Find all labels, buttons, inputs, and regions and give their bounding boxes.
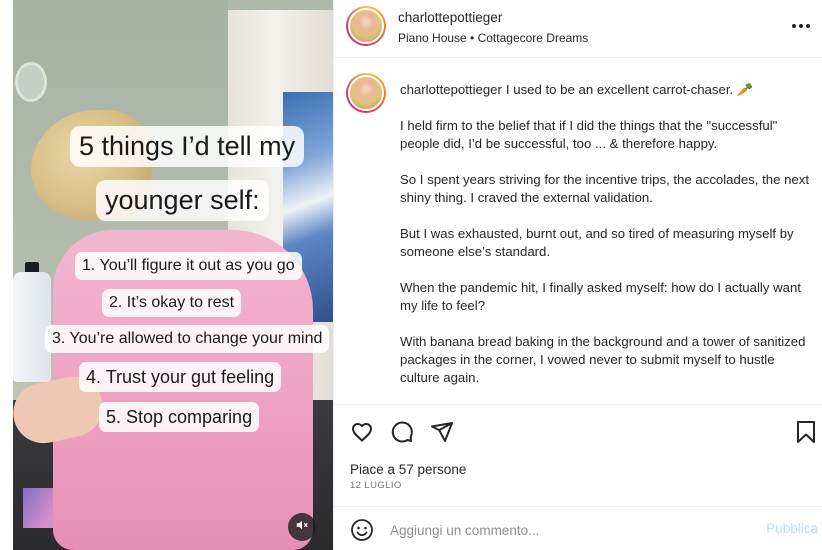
caption-text: charlottepottieger I used to be an excell… [400,81,810,404]
avatar-image [348,75,384,111]
caption-paragraph: But I was exhausted, burnt out, and so t… [400,226,794,259]
post-header: charlottepottieger Piano House • Cottage… [334,0,822,58]
video-text-overlay: 5 things I’d tell my younger self: 1. Yo… [13,0,333,550]
post-media-panel: 5 things I’d tell my younger self: 1. Yo… [0,0,333,550]
likes-count[interactable]: Piace a 57 persone [350,462,466,477]
avatar-image [348,8,384,44]
caption-username[interactable]: charlottepottieger [400,82,502,97]
caption-avatar[interactable] [346,73,386,113]
overlay-list-item: 2. It’s okay to rest [102,289,242,317]
overlay-list-item: 5. Stop comparing [99,402,260,432]
bookmark-icon [797,421,815,443]
share-button[interactable] [428,418,456,446]
overlay-list-item: 4. Trust your gut feeling [79,362,282,392]
reel-video[interactable]: 5 things I’d tell my younger self: 1. Yo… [13,0,333,550]
publish-button[interactable]: Pubblica [766,521,818,536]
mute-toggle-button[interactable] [288,513,316,541]
caption-paragraph-text: I used to be an excellent carrot-chaser.… [505,82,754,97]
overlay-list-item: 3. You’re allowed to change your mind [45,325,330,353]
comment-input[interactable] [390,520,750,540]
post-actions-bar [334,412,822,452]
speaker-muted-icon [295,518,309,537]
comment-button[interactable] [388,418,416,446]
more-options-icon-dot [806,24,810,28]
header-avatar[interactable] [346,6,386,46]
post-date: 12 LUGLIO [350,480,402,491]
emoji-button[interactable] [350,518,374,547]
heart-icon [351,422,373,442]
post-caption: charlottepottieger I used to be an excell… [334,59,822,405]
comment-bar: Pubblica [334,506,822,550]
post-side-panel: charlottepottieger Piano House • Cottage… [333,0,822,550]
caption-paragraph: I held firm to the belief that if I did … [400,118,778,151]
like-button[interactable] [348,418,376,446]
comment-icon [391,421,413,443]
save-button[interactable] [792,418,820,446]
caption-paragraph: So I spent years striving for the incent… [400,172,810,205]
more-options-icon-dot [799,24,803,28]
more-options-button[interactable] [789,17,813,35]
share-icon [431,422,453,442]
caption-paragraph: charlottepottieger I used to be an excell… [400,81,810,99]
emoji-icon [351,519,373,541]
overlay-title-line-2: younger self: [96,180,269,221]
caption-paragraph: With banana bread baking in the backgrou… [400,334,806,385]
caption-paragraph: When the pandemic hit, I finally asked m… [400,280,801,313]
overlay-title-line-1: 5 things I’d tell my [70,126,305,167]
header-subtitle[interactable]: Piano House • Cottagecore Dreams [398,31,588,45]
more-options-icon [792,24,796,28]
header-username[interactable]: charlottepottieger [398,10,502,25]
overlay-list-item: 1. You’ll figure it out as you go [75,252,302,280]
